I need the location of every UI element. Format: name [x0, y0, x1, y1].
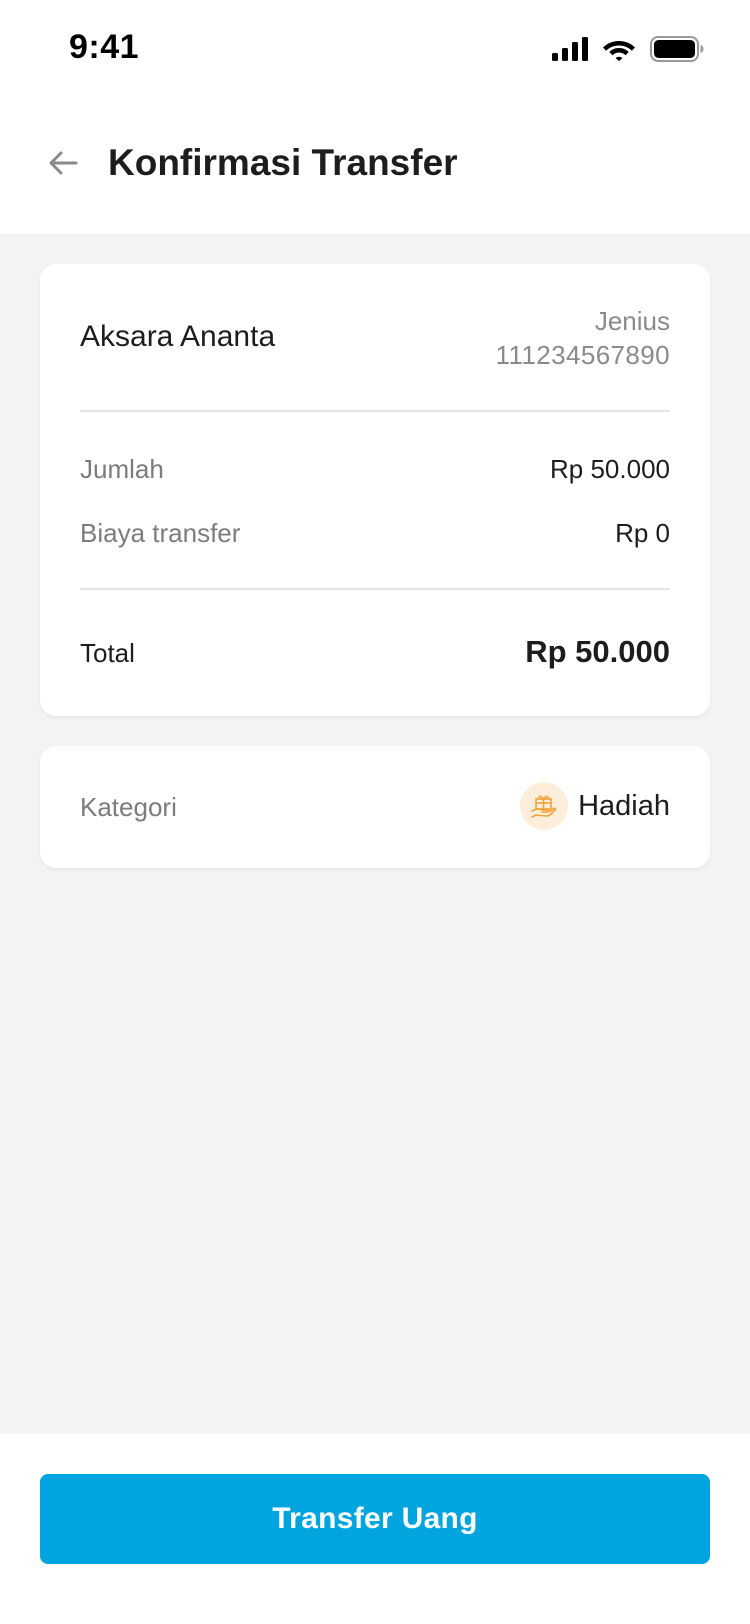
category-value: Hadiah [578, 789, 670, 822]
battery-icon [650, 36, 704, 62]
arrow-left-icon[interactable] [46, 146, 80, 180]
status-time: 9:41 [69, 28, 140, 66]
wifi-icon [603, 41, 635, 61]
total-label: Total [80, 638, 135, 668]
recipient-account-number: 111234567890 [495, 340, 670, 370]
category-selector[interactable]: Hadiah [520, 782, 670, 830]
gift-icon [531, 795, 557, 818]
amount-value: Rp 50.000 [550, 454, 670, 484]
category-label: Kategori [80, 792, 177, 822]
status-bar: 9:41 [0, 0, 750, 100]
recipient-bank: Jenius [594, 306, 670, 336]
total-value: Rp 50.000 [525, 634, 670, 669]
category-card[interactable]: Kategori Hadiah [40, 746, 710, 868]
gift-icon-badge [520, 782, 569, 830]
divider [80, 588, 670, 590]
page-header: Konfirmasi Transfer [0, 100, 750, 234]
transfer-summary-card: Aksara Ananta Jenius 111234567890 Jumlah… [40, 264, 710, 716]
divider [80, 410, 670, 412]
status-icons [552, 36, 704, 62]
fee-value: Rp 0 [615, 518, 670, 548]
cellular-signal-icon [552, 37, 588, 61]
footer: Transfer Uang [0, 1434, 750, 1624]
recipient-name: Aksara Ananta [80, 320, 276, 353]
fee-label: Biaya transfer [80, 518, 241, 548]
transfer-button[interactable]: Transfer Uang [40, 1474, 710, 1564]
amount-label: Jumlah [80, 454, 164, 484]
page-title: Konfirmasi Transfer [108, 142, 458, 183]
